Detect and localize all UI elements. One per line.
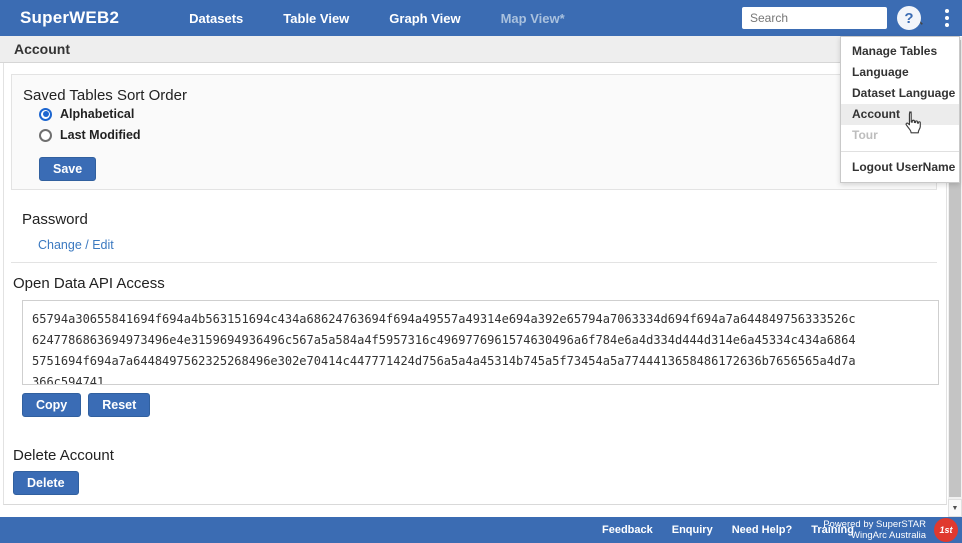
menu-item-account[interactable]: Account [841,104,959,125]
api-key-line: 366c594741 [32,372,929,385]
app-logo: SuperWEB2 [20,8,119,28]
scroll-down-arrow-icon[interactable]: ▼ [948,499,962,517]
nav-item-datasets[interactable]: Datasets [169,11,263,26]
section-divider [11,262,937,263]
api-key-line: 65794a30655841694f694a4b563151694c434a68… [32,309,929,330]
footer-link-enquiry[interactable]: Enquiry [672,524,713,536]
footer-bar: Feedback Enquiry Need Help? Training Pow… [0,517,962,543]
footer-link-need-help[interactable]: Need Help? [732,524,793,536]
radio-option-alphabetical[interactable]: Alphabetical [39,107,134,121]
powered-by-text: Powered by SuperSTAR WingArc Australia [823,520,926,541]
account-page-content: Saved Tables Sort Order Alphabetical Las… [3,63,947,505]
powered-line1: Powered by SuperSTAR [823,520,926,531]
nav-item-map-view[interactable]: Map View* [481,11,585,26]
password-heading: Password [22,211,88,228]
reset-button[interactable]: Reset [88,393,150,417]
menu-item-language[interactable]: Language [841,62,959,83]
top-navbar: SuperWEB2 Datasets Table View Graph View… [0,0,962,36]
delete-account-heading: Delete Account [13,447,114,464]
app-dropdown-menu: Manage Tables Language Dataset Language … [840,36,960,183]
sort-order-panel: Saved Tables Sort Order Alphabetical Las… [11,74,937,190]
menu-item-dataset-language[interactable]: Dataset Language [841,83,959,104]
wingarc-1st-logo-icon: 1st [934,518,958,542]
save-button[interactable]: Save [39,157,96,181]
radio-unselected-icon[interactable] [39,129,52,142]
footer-links: Feedback Enquiry Need Help? Training [602,517,854,543]
powered-line2: WingArc Australia [823,531,926,542]
search-box [742,7,887,29]
api-access-heading: Open Data API Access [13,275,165,292]
copy-button[interactable]: Copy [22,393,81,417]
sort-order-heading: Saved Tables Sort Order [23,87,187,104]
page-title: Account [14,41,70,57]
help-icon[interactable]: ? [897,6,921,30]
api-key-line: 5751694f694a7a6448497562325268496e302e70… [32,351,929,372]
main-nav: Datasets Table View Graph View Map View* [169,11,585,26]
search-input[interactable] [742,11,909,25]
change-password-link[interactable]: Change / Edit [38,238,114,252]
radio-label: Alphabetical [60,107,134,121]
radio-selected-icon[interactable] [39,108,52,121]
delete-button[interactable]: Delete [13,471,79,495]
menu-item-manage-tables[interactable]: Manage Tables [841,41,959,62]
nav-item-table-view[interactable]: Table View [263,11,369,26]
menu-item-tour: Tour [841,125,959,146]
kebab-menu-icon[interactable] [938,7,956,29]
radio-label: Last Modified [60,128,141,142]
page-title-bar: Account [0,36,948,63]
api-key-actions: Copy Reset [22,393,150,417]
api-key-line: 6247786863694973496e4e3159694936496c567a… [32,330,929,351]
footer-link-feedback[interactable]: Feedback [602,524,653,536]
radio-option-last-modified[interactable]: Last Modified [39,128,141,142]
api-key-box[interactable]: 65794a30655841694f694a4b563151694c434a68… [22,300,939,385]
menu-item-logout[interactable]: Logout UserName [841,157,959,178]
nav-item-graph-view[interactable]: Graph View [369,11,480,26]
menu-divider [841,151,959,152]
